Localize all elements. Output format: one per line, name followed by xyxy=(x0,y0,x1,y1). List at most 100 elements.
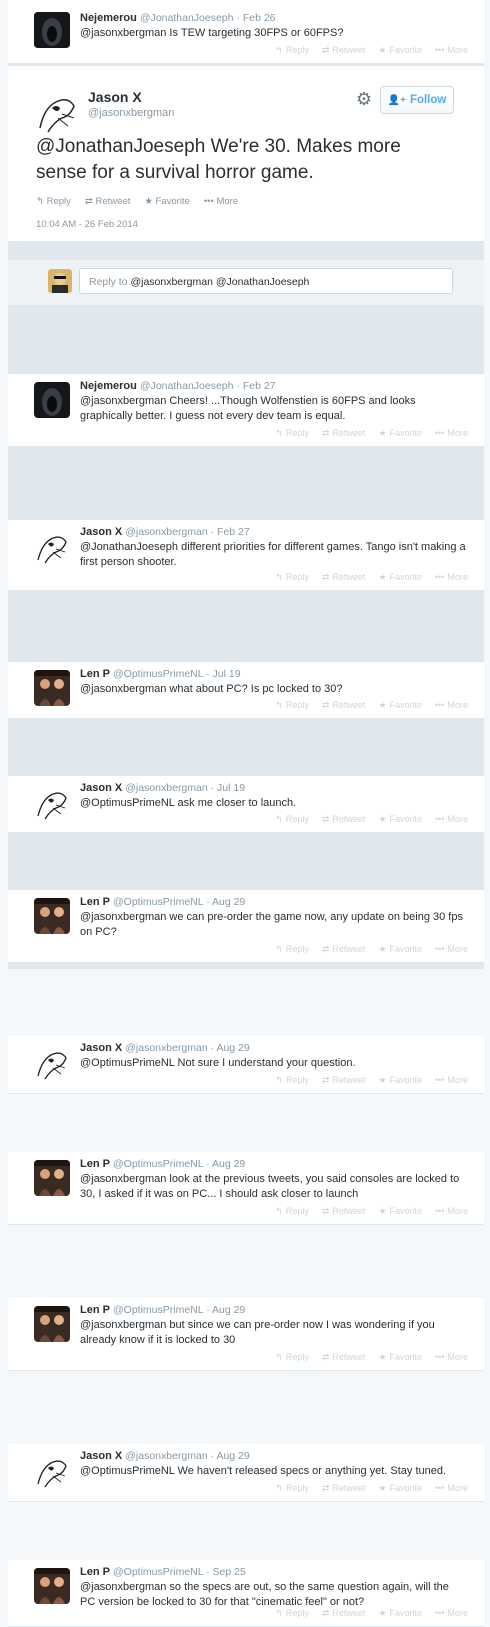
avatar[interactable] xyxy=(34,1568,70,1604)
avatar[interactable] xyxy=(34,382,70,418)
retweet-button[interactable]: ⇄ Retweet xyxy=(322,1075,366,1086)
reply-button[interactable]: ↰ Reply xyxy=(275,814,309,825)
favorite-button[interactable]: ★ Favorite xyxy=(144,196,189,207)
retweet-button[interactable]: ⇄ Retweet xyxy=(322,944,366,955)
reply-button[interactable]: ↰ Reply xyxy=(275,1608,309,1619)
reply-tweet[interactable]: Len P @OptimusPrimeNL · Aug 29 @jasonxber… xyxy=(8,890,484,963)
favorite-button[interactable]: ★ Favorite xyxy=(378,1483,422,1494)
favorite-button[interactable]: ★ Favorite xyxy=(378,1075,422,1086)
avatar[interactable] xyxy=(34,88,80,134)
retweet-button[interactable]: ⇄ Retweet xyxy=(322,1206,366,1217)
author-name[interactable]: Nejemerou xyxy=(80,380,137,392)
reply-button[interactable]: ↰ Reply xyxy=(275,1352,309,1363)
more-button[interactable]: ••• More xyxy=(435,428,468,439)
follow-button[interactable]: 👤+ Follow xyxy=(380,86,454,114)
reply-button[interactable]: ↰ Reply xyxy=(275,45,309,56)
reply-button[interactable]: ↰ Reply xyxy=(36,196,71,207)
favorite-button[interactable]: ★ Favorite xyxy=(378,45,422,56)
author-name[interactable]: Jason X xyxy=(80,782,122,794)
reply-button[interactable]: ↰ Reply xyxy=(275,700,309,711)
more-button[interactable]: ••• More xyxy=(435,814,468,825)
author-meta[interactable]: @OptimusPrimeNL · Aug 29 xyxy=(113,896,245,908)
avatar[interactable] xyxy=(34,898,70,934)
reply-button[interactable]: ↰ Reply xyxy=(275,1075,309,1086)
author-meta[interactable]: @jasonxbergman · Feb 27 xyxy=(125,526,249,538)
retweet-button[interactable]: ⇄ Retweet xyxy=(322,1352,366,1363)
author-name[interactable]: Jason X xyxy=(80,1042,122,1054)
retweet-button[interactable]: ⇄ Retweet xyxy=(322,700,366,711)
avatar[interactable] xyxy=(34,1160,70,1196)
author-meta[interactable]: @OptimusPrimeNL · Aug 29 xyxy=(113,1304,245,1316)
avatar[interactable] xyxy=(34,1306,70,1342)
more-button[interactable]: ••• More xyxy=(435,1352,468,1363)
reply-button[interactable]: ↰ Reply xyxy=(275,944,309,955)
author-name[interactable]: Len P xyxy=(80,896,110,908)
parent-tweet[interactable]: Nejemerou @JonathanJoeseph · Feb 26 @jas… xyxy=(8,0,484,64)
author-name[interactable]: Jason X xyxy=(88,89,142,105)
retweet-button[interactable]: ⇄ Retweet xyxy=(322,1608,366,1619)
author-name[interactable]: Jason X xyxy=(80,1450,122,1462)
author-name[interactable]: Len P xyxy=(80,1158,110,1170)
author-meta[interactable]: @jasonxbergman · Jul 19 xyxy=(125,782,245,794)
avatar xyxy=(48,269,72,293)
avatar[interactable] xyxy=(34,670,70,706)
author-meta[interactable]: @OptimusPrimeNL · Aug 29 xyxy=(113,1158,245,1170)
more-button[interactable]: ••• More xyxy=(435,45,468,56)
favorite-button[interactable]: ★ Favorite xyxy=(378,1608,422,1619)
retweet-button[interactable]: ⇄ Retweet xyxy=(322,45,366,56)
retweet-button[interactable]: ⇄ Retweet xyxy=(322,814,366,825)
more-button[interactable]: ••• More xyxy=(435,1075,468,1086)
avatar[interactable] xyxy=(34,528,70,564)
avatar[interactable] xyxy=(34,784,70,820)
author-name[interactable]: Len P xyxy=(80,668,110,680)
retweet-button[interactable]: ⇄ Retweet xyxy=(322,572,366,583)
reply-tweet[interactable]: Len P @OptimusPrimeNL · Aug 29 @jasonxber… xyxy=(8,1298,484,1371)
reply-input[interactable]: Reply to @jasonxbergman @JonathanJoeseph xyxy=(79,268,453,294)
reply-tweet[interactable]: Nejemerou @JonathanJoeseph · Feb 27 @jaso… xyxy=(8,374,484,447)
more-button[interactable]: ••• More xyxy=(435,1608,468,1619)
favorite-button[interactable]: ★ Favorite xyxy=(378,1352,422,1363)
reply-tweet[interactable]: Len P @OptimusPrimeNL · Sep 25 @jasonxber… xyxy=(8,1560,484,1627)
favorite-button[interactable]: ★ Favorite xyxy=(378,700,422,711)
avatar[interactable] xyxy=(34,12,70,48)
reply-button[interactable]: ↰ Reply xyxy=(275,572,309,583)
retweet-button[interactable]: ⇄ Retweet xyxy=(322,428,366,439)
author-meta[interactable]: @JonathanJoeseph · Feb 26 xyxy=(140,12,276,24)
author-handle[interactable]: @jasonxbergman xyxy=(88,107,174,119)
retweet-button[interactable]: ⇄ Retweet xyxy=(85,196,130,207)
reply-tweet[interactable]: Len P @OptimusPrimeNL · Aug 29 @jasonxber… xyxy=(8,1152,484,1225)
more-button[interactable]: ••• More xyxy=(435,944,468,955)
author-meta[interactable]: @OptimusPrimeNL · Sep 25 xyxy=(113,1566,246,1578)
author-meta[interactable]: @OptimusPrimeNL · Jul 19 xyxy=(113,668,241,680)
author-name[interactable]: Len P xyxy=(80,1304,110,1316)
reply-tweet[interactable]: Jason X @jasonxbergman · Feb 27 @Jonathan… xyxy=(8,520,484,591)
timestamp[interactable]: 10:04 AM - 26 Feb 2014 xyxy=(36,219,138,230)
reply-tweet[interactable]: Jason X @jasonxbergman · Aug 29 @OptimusP… xyxy=(8,1036,484,1094)
favorite-button[interactable]: ★ Favorite xyxy=(378,814,422,825)
retweet-button[interactable]: ⇄ Retweet xyxy=(322,1483,366,1494)
avatar[interactable] xyxy=(34,1452,70,1488)
more-button[interactable]: ••• More xyxy=(435,1483,468,1494)
gear-icon[interactable]: ⚙ xyxy=(355,90,373,108)
more-button[interactable]: ••• More xyxy=(204,196,238,207)
author-name[interactable]: Jason X xyxy=(80,526,122,538)
favorite-button[interactable]: ★ Favorite xyxy=(378,944,422,955)
reply-tweet[interactable]: Len P @OptimusPrimeNL · Jul 19 @jasonxber… xyxy=(8,662,484,719)
author-meta[interactable]: @jasonxbergman · Aug 29 xyxy=(125,1042,249,1054)
reply-tweet[interactable]: Jason X @jasonxbergman · Jul 19 @OptimusP… xyxy=(8,776,484,833)
favorite-button[interactable]: ★ Favorite xyxy=(378,572,422,583)
favorite-button[interactable]: ★ Favorite xyxy=(378,428,422,439)
reply-button[interactable]: ↰ Reply xyxy=(275,428,309,439)
more-button[interactable]: ••• More xyxy=(435,700,468,711)
author-name[interactable]: Len P xyxy=(80,1566,110,1578)
avatar[interactable] xyxy=(34,1044,70,1080)
more-button[interactable]: ••• More xyxy=(435,1206,468,1217)
more-button[interactable]: ••• More xyxy=(435,572,468,583)
author-meta[interactable]: @jasonxbergman · Aug 29 xyxy=(125,1450,249,1462)
favorite-button[interactable]: ★ Favorite xyxy=(378,1206,422,1217)
author-meta[interactable]: @JonathanJoeseph · Feb 27 xyxy=(140,380,276,392)
author-name[interactable]: Nejemerou xyxy=(80,12,137,24)
reply-tweet[interactable]: Jason X @jasonxbergman · Aug 29 @OptimusP… xyxy=(8,1444,484,1502)
reply-button[interactable]: ↰ Reply xyxy=(275,1483,309,1494)
reply-button[interactable]: ↰ Reply xyxy=(275,1206,309,1217)
